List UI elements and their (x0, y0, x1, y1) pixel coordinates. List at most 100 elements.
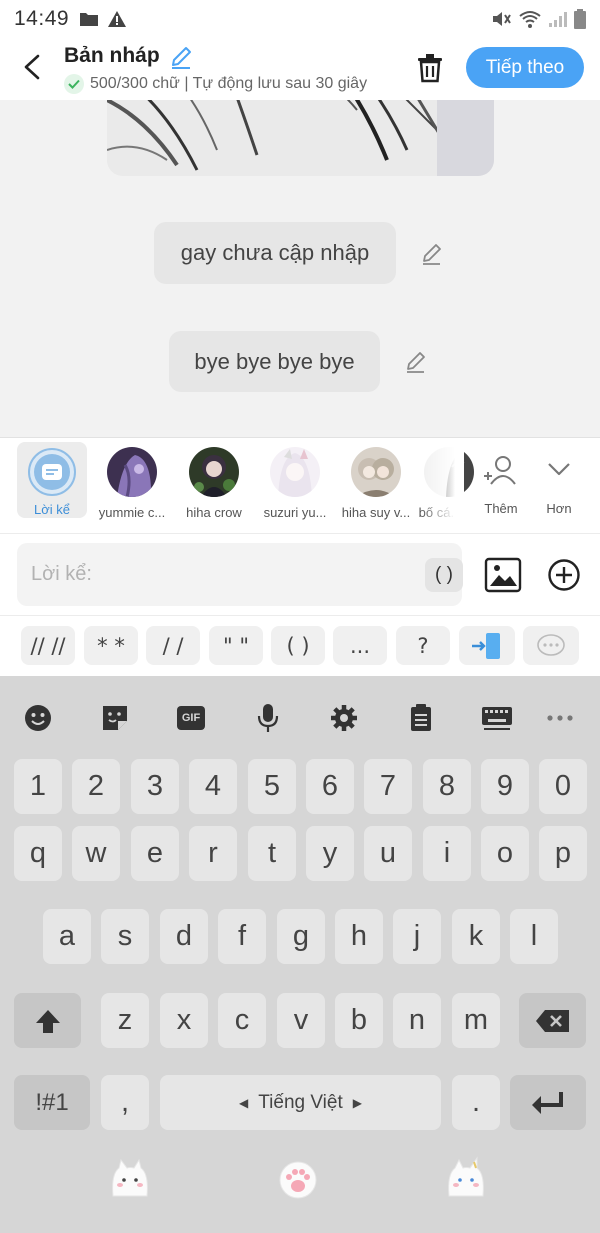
key-v[interactable]: v (277, 993, 325, 1048)
phone-arrow-icon (472, 632, 500, 659)
key-t[interactable]: t (248, 826, 296, 881)
keyboard-more-button[interactable] (540, 698, 580, 738)
gif-button[interactable]: GIF (171, 698, 211, 738)
next-button[interactable]: Tiếp theo (466, 47, 584, 88)
message-bubble[interactable]: bye bye bye bye (169, 331, 380, 392)
sticker-cat-1[interactable] (107, 1156, 153, 1202)
character-name: hiha crow (186, 505, 242, 520)
key-y[interactable]: y (306, 826, 354, 881)
key-b[interactable]: b (335, 993, 383, 1048)
key-a[interactable]: a (43, 909, 91, 964)
check-icon (64, 74, 84, 94)
key-j[interactable]: j (393, 909, 441, 964)
key-m[interactable]: m (452, 993, 500, 1048)
key-i[interactable]: i (423, 826, 471, 881)
symbol-button[interactable]: ? (396, 626, 450, 665)
character-item[interactable]: hiha crow (175, 444, 253, 520)
key-6[interactable]: 6 (306, 759, 354, 814)
sticker-cat-2[interactable] (443, 1156, 489, 1202)
key-r[interactable]: r (189, 826, 237, 881)
key-w[interactable]: w (72, 826, 120, 881)
key-7[interactable]: 7 (364, 759, 412, 814)
key-o[interactable]: o (481, 826, 529, 881)
warning-icon (108, 11, 127, 27)
key-1[interactable]: 1 (14, 759, 62, 814)
sticker-button[interactable] (95, 698, 135, 738)
symbol-button[interactable]: / / (146, 626, 200, 665)
pencil-icon (407, 352, 425, 373)
backspace-key[interactable] (519, 993, 586, 1048)
symbol-button[interactable]: ( ) (271, 626, 325, 665)
symbol-button[interactable]: * * (84, 626, 138, 665)
key-h[interactable]: h (335, 909, 383, 964)
clipboard-button[interactable] (401, 698, 441, 738)
more-symbols-button[interactable] (523, 626, 579, 665)
character-name: Lời kể (34, 502, 70, 517)
key-5[interactable]: 5 (248, 759, 296, 814)
key-s[interactable]: s (101, 909, 149, 964)
gif-icon: GIF (177, 706, 205, 730)
caret-right-icon: ▶ (352, 1095, 362, 1110)
key-3[interactable]: 3 (131, 759, 179, 814)
story-content[interactable]: gay chưa cập nhập bye bye bye bye (0, 100, 600, 437)
space-key[interactable]: ◀ Tiếng Việt ▶ (160, 1075, 441, 1130)
add-character-button[interactable]: Thêm (476, 450, 526, 516)
shift-key[interactable] (14, 993, 81, 1048)
key-n[interactable]: n (393, 993, 441, 1048)
keyboard-mode-button[interactable] (477, 698, 517, 738)
emoji-button[interactable] (18, 698, 58, 738)
voice-input-button[interactable] (248, 698, 288, 738)
key-8[interactable]: 8 (423, 759, 471, 814)
key-f[interactable]: f (218, 909, 266, 964)
symbol-button[interactable]: " " (209, 626, 263, 665)
message-bubble[interactable]: gay chưa cập nhập (154, 222, 396, 284)
character-item[interactable]: yummie c... (93, 444, 171, 520)
avatar (270, 447, 320, 497)
plus-circle-icon (548, 559, 580, 591)
more-characters-button[interactable]: Hơn (536, 450, 582, 516)
story-image[interactable] (107, 100, 494, 176)
character-name: hiha suy v... (341, 505, 411, 520)
edit-message-button[interactable] (419, 241, 445, 267)
character-item[interactable]: hiha suy v... (337, 444, 415, 520)
enter-key[interactable] (510, 1075, 586, 1130)
autosave-status: 500/300 chữ | Tự động lưu sau 30 giây (64, 74, 392, 94)
edit-message-button[interactable] (403, 349, 429, 375)
wifi-icon (519, 11, 541, 28)
key-d[interactable]: d (160, 909, 208, 964)
comma-key[interactable]: , (101, 1075, 149, 1130)
period-key[interactable]: . (452, 1075, 500, 1130)
delete-button[interactable] (413, 51, 447, 85)
keyboard-settings-button[interactable] (324, 698, 364, 738)
key-e[interactable]: e (131, 826, 179, 881)
key-k[interactable]: k (452, 909, 500, 964)
paw-sticker-icon (279, 1161, 317, 1199)
narration-input[interactable] (31, 543, 401, 606)
character-narrator[interactable]: Lời kể (17, 442, 87, 518)
sticker-paw[interactable] (275, 1156, 321, 1202)
symbol-button[interactable]: ... (333, 626, 387, 665)
autosave-text: 500/300 chữ | Tự động lưu sau 30 giây (90, 75, 368, 92)
symbols-key[interactable]: !#1 (14, 1075, 90, 1130)
add-more-button[interactable] (547, 558, 581, 592)
backspace-icon (535, 1009, 569, 1032)
key-c[interactable]: c (218, 993, 266, 1048)
key-u[interactable]: u (364, 826, 412, 881)
key-x[interactable]: x (160, 993, 208, 1048)
key-g[interactable]: g (277, 909, 325, 964)
symbol-button[interactable]: // // (21, 626, 75, 665)
key-z[interactable]: z (101, 993, 149, 1048)
key-p[interactable]: p (539, 826, 587, 881)
key-4[interactable]: 4 (189, 759, 237, 814)
key-q[interactable]: q (14, 826, 62, 881)
key-2[interactable]: 2 (72, 759, 120, 814)
character-item[interactable]: suzuri yu... (256, 444, 334, 520)
insert-image-button[interactable] (484, 556, 522, 594)
key-l[interactable]: l (510, 909, 558, 964)
parentheses-button[interactable]: ( ) (425, 558, 463, 592)
switch-device-button[interactable] (459, 626, 515, 665)
key-0[interactable]: 0 (539, 759, 587, 814)
back-button[interactable] (18, 52, 48, 82)
key-9[interactable]: 9 (481, 759, 529, 814)
rename-button[interactable] (168, 44, 194, 75)
